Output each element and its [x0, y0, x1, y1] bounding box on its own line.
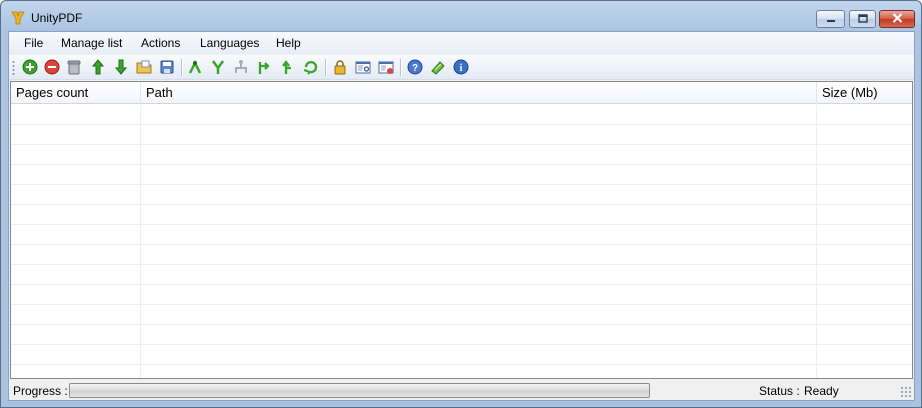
- maximize-icon: [857, 12, 868, 26]
- menu-file[interactable]: File: [24, 36, 43, 50]
- toolbar: ? i: [9, 55, 914, 80]
- table-row: [11, 225, 912, 245]
- open-list-icon[interactable]: [136, 59, 152, 75]
- table-row: [11, 305, 912, 325]
- resize-grip[interactable]: [900, 386, 911, 397]
- client-area: File Manage list Actions Languages Help: [8, 31, 915, 401]
- move-down-icon[interactable]: [113, 59, 129, 75]
- file-list[interactable]: Pages count Path Size (Mb): [10, 81, 913, 379]
- status-value: Ready: [804, 384, 839, 398]
- menu-manage-list[interactable]: Manage list: [61, 36, 122, 50]
- table-row: [11, 125, 912, 145]
- menu-bar: File Manage list Actions Languages Help: [9, 32, 914, 54]
- clear-list-icon[interactable]: [66, 59, 82, 75]
- delete-properties-icon[interactable]: [378, 59, 394, 75]
- svg-text:i: i: [460, 63, 463, 74]
- table-row: [11, 365, 912, 378]
- menu-help[interactable]: Help: [276, 36, 301, 50]
- table-row: [11, 165, 912, 185]
- minimize-icon: [826, 12, 836, 26]
- table-row: [11, 285, 912, 305]
- table-row: [11, 185, 912, 205]
- column-header-pages-count[interactable]: Pages count: [11, 82, 141, 104]
- move-up-icon[interactable]: [90, 59, 106, 75]
- table-row: [11, 345, 912, 365]
- title-bar[interactable]: UnityPDF: [1, 1, 921, 31]
- toolbar-separator: [181, 59, 182, 76]
- toolbar-separator: [400, 59, 401, 76]
- column-header-path[interactable]: Path: [141, 82, 817, 104]
- help-icon[interactable]: ?: [407, 59, 423, 75]
- window-title: UnityPDF: [31, 11, 83, 25]
- remove-icon[interactable]: [44, 59, 60, 75]
- status-bar: Progress : Status : Ready: [9, 380, 914, 400]
- save-list-icon[interactable]: [159, 59, 175, 75]
- table-row: [11, 205, 912, 225]
- svg-text:?: ?: [412, 63, 418, 74]
- merge-icon[interactable]: [187, 59, 203, 75]
- lock-icon[interactable]: [332, 59, 348, 75]
- unitypdf-logo-icon: [10, 10, 26, 26]
- minimize-button[interactable]: [816, 10, 845, 28]
- app-window: UnityPDF File Manage list Actions Langua…: [0, 0, 922, 408]
- toolbar-grip[interactable]: [12, 60, 15, 76]
- progress-label: Progress :: [13, 384, 68, 398]
- table-row: [11, 145, 912, 165]
- column-header-size[interactable]: Size (Mb): [817, 82, 912, 104]
- rotate-icon[interactable]: [302, 59, 318, 75]
- status-label: Status :: [759, 384, 800, 398]
- close-icon: [892, 12, 903, 26]
- table-row: [11, 105, 912, 125]
- table-row: [11, 245, 912, 265]
- split-icon[interactable]: [210, 59, 226, 75]
- list-body[interactable]: [11, 105, 912, 378]
- properties-icon[interactable]: [355, 59, 371, 75]
- list-header: Pages count Path Size (Mb): [11, 82, 912, 104]
- menu-actions[interactable]: Actions: [141, 36, 180, 50]
- close-button[interactable]: [879, 10, 915, 28]
- extract-icon[interactable]: [233, 59, 249, 75]
- maximize-button[interactable]: [849, 10, 876, 28]
- rotate-up-icon[interactable]: [279, 59, 295, 75]
- register-icon[interactable]: [430, 59, 446, 75]
- progress-bar: [69, 383, 650, 398]
- menu-languages[interactable]: Languages: [200, 36, 259, 50]
- insert-icon[interactable]: [256, 59, 272, 75]
- table-row: [11, 325, 912, 345]
- table-row: [11, 265, 912, 285]
- info-icon[interactable]: i: [453, 59, 469, 75]
- add-icon[interactable]: [22, 59, 38, 75]
- toolbar-separator: [325, 59, 326, 76]
